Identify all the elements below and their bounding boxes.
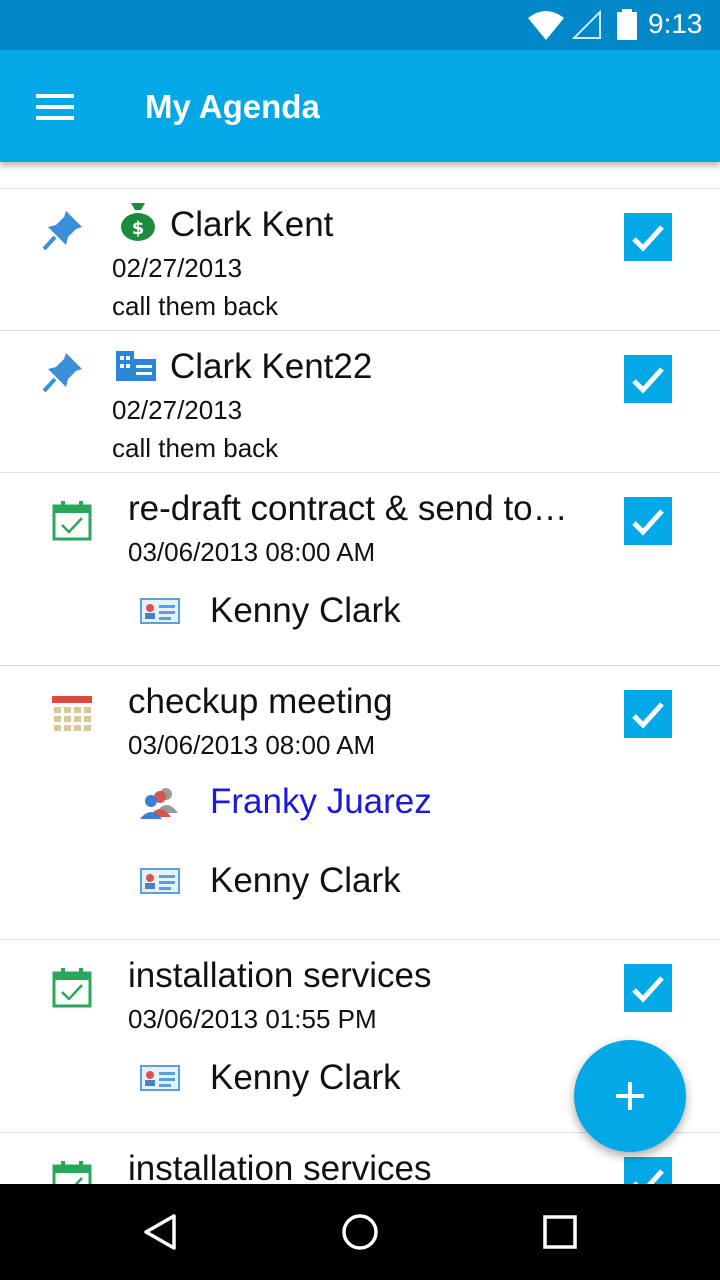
people-group-icon	[140, 788, 178, 819]
item-title: re-draft contract & send to…	[128, 489, 568, 528]
item-note: call them back	[112, 291, 279, 321]
meeting-calendar-icon	[52, 696, 92, 731]
svg-text:$: $	[132, 218, 145, 239]
item-date: 03/06/2013 08:00 AM	[128, 537, 376, 567]
app-bar: My Agenda	[0, 50, 720, 162]
pin-icon	[42, 353, 82, 393]
building-icon	[116, 351, 156, 381]
done-checkbox[interactable]	[624, 690, 672, 738]
task-calendar-icon	[52, 501, 92, 541]
done-checkbox[interactable]	[624, 497, 672, 545]
related-contact[interactable]: Kenny Clark	[140, 591, 401, 631]
home-icon[interactable]	[340, 1212, 380, 1252]
money-bag-icon: $	[121, 203, 155, 241]
related-name: Kenny Clark	[210, 591, 401, 630]
item-title: checkup meeting	[128, 682, 393, 721]
list-item[interactable]: re-draft contract & send to… 03/06/2013 …	[0, 473, 720, 666]
item-date: 02/27/2013	[112, 395, 243, 425]
task-calendar-icon	[52, 968, 92, 1008]
back-icon[interactable]	[140, 1212, 180, 1252]
done-checkbox[interactable]	[624, 213, 672, 261]
item-title: installation services	[128, 956, 432, 995]
plus-icon	[616, 1082, 644, 1110]
task-calendar-icon	[52, 1161, 92, 1184]
related-name: Kenny Clark	[210, 861, 401, 900]
contact-card-icon	[140, 598, 180, 624]
contact-card-icon	[140, 868, 180, 894]
battery-icon	[617, 9, 637, 40]
cellular-signal-icon	[572, 10, 601, 39]
agenda-list[interactable]: $ Clark Kent 02/27/2013 call them back C…	[0, 162, 720, 1184]
wifi-icon	[528, 11, 564, 40]
item-date: 02/27/2013	[112, 253, 243, 283]
list-item[interactable]: checkup meeting 03/06/2013 08:00 AM Fran…	[0, 666, 720, 940]
related-contact[interactable]: Kenny Clark	[140, 1058, 401, 1098]
list-item[interactable]: $ Clark Kent 02/27/2013 call them back	[0, 189, 720, 331]
add-button[interactable]	[574, 1040, 686, 1152]
item-title: Clark Kent22	[170, 347, 373, 386]
related-contact[interactable]: Kenny Clark	[140, 861, 401, 901]
page-title: My Agenda	[145, 88, 320, 125]
status-bar: 9:13	[0, 0, 720, 50]
item-date: 03/06/2013 01:55 PM	[128, 1004, 377, 1034]
item-title: installation services	[128, 1149, 432, 1184]
navigation-bar	[0, 1184, 720, 1280]
item-title: Clark Kent	[170, 205, 334, 244]
item-date: 03/06/2013 08:00 AM	[128, 730, 376, 760]
done-checkbox[interactable]	[624, 964, 672, 1012]
item-note: call them back	[112, 433, 279, 463]
done-checkbox[interactable]	[624, 1157, 672, 1184]
contact-card-icon	[140, 1065, 180, 1091]
status-time: 9:13	[648, 8, 703, 39]
related-attendee[interactable]: Franky Juarez	[140, 782, 432, 822]
related-name-link[interactable]: Franky Juarez	[210, 782, 432, 822]
recents-icon[interactable]	[540, 1212, 580, 1252]
menu-icon[interactable]	[36, 94, 76, 120]
related-name: Kenny Clark	[210, 1058, 401, 1097]
pin-icon	[42, 211, 82, 251]
list-item[interactable]: Clark Kent22 02/27/2013 call them back	[0, 331, 720, 473]
done-checkbox[interactable]	[624, 355, 672, 403]
